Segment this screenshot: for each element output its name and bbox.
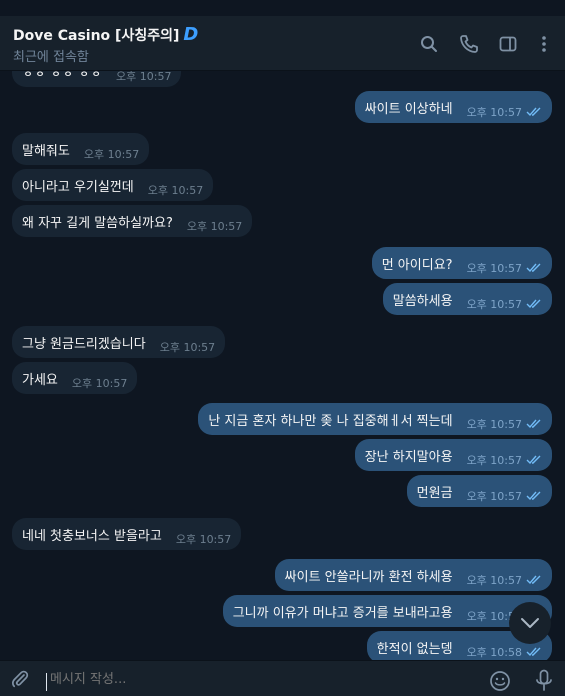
message-outgoing[interactable]: 말씀하세용 오후 10:57: [382, 283, 552, 315]
message-time: 오후 10:57: [466, 453, 522, 467]
chevron-down-icon: [521, 618, 539, 628]
emoji-icon[interactable]: [489, 670, 511, 692]
read-receipt-icon: [526, 575, 541, 584]
attach-icon[interactable]: [10, 669, 30, 689]
message-text: 그니까 이유가 머냐고 증거를 보내라고용: [232, 605, 453, 621]
message-time: 오후 10:57: [466, 573, 522, 587]
message-text: 네네 첫충보너스 받을라고: [22, 528, 162, 544]
message-incoming[interactable]: 그냥 원금드리겠습니다 오후 10:57: [12, 326, 226, 358]
message-text: 아니라고 우기실껀데: [22, 179, 134, 195]
scroll-to-bottom-button[interactable]: [509, 602, 551, 644]
message-time: 오후 10:57: [466, 489, 522, 503]
message-time: 오후 10:57: [83, 147, 140, 161]
message-time: 오후 10:58: [466, 645, 522, 659]
chat-title[interactable]: Dove Casino [사칭주의] D: [13, 24, 198, 45]
message-time: 오후 10:57: [466, 297, 522, 311]
message-incoming[interactable]: 네네 첫충보너스 받을라고 오후 10:57: [12, 518, 242, 550]
message-input[interactable]: [46, 667, 470, 691]
message-text: 싸이트 이상하네: [364, 101, 453, 117]
message-outgoing[interactable]: 싸이트 안쓸라니까 환전 하세용 오후 10:57: [274, 559, 552, 591]
message-text: ㅎㅎ ㅎㅎ ㅎㅎ: [22, 71, 103, 81]
message-text: 말해줘도: [22, 143, 70, 159]
more-options-icon[interactable]: [534, 34, 554, 54]
message-time: 오후 10:57: [466, 261, 522, 275]
message-list[interactable]: ㅎㅎ ㅎㅎ ㅎㅎ 오후 10:57 싸이트 이상하네 오후 10:57 말해줘도…: [0, 71, 565, 660]
chat-title-text: Dove Casino [사칭주의]: [13, 28, 180, 44]
message-outgoing[interactable]: 그니까 이유가 머냐고 증거를 보내라고용 오후 10:58: [222, 595, 552, 627]
message-outgoing[interactable]: 장난 하지말아용 오후 10:57: [354, 439, 552, 471]
message-time: 오후 10:57: [71, 376, 128, 390]
message-text: 그냥 원금드리겠습니다: [22, 336, 146, 352]
window-top-strip: [0, 0, 565, 16]
message-text: 먼 아이디요?: [381, 257, 453, 273]
message-text: 장난 하지말아용: [364, 449, 453, 465]
read-receipt-icon: [526, 647, 541, 656]
message-incoming[interactable]: ㅎㅎ ㅎㅎ ㅎㅎ 오후 10:57: [12, 71, 182, 87]
chat-header[interactable]: Dove Casino [사칭주의] D 최근에 접속함: [0, 16, 565, 71]
message-text: 한적이 없는뎅: [376, 641, 453, 657]
message-text: 왜 자꾸 길게 말씀하실까요?: [22, 215, 173, 231]
message-outgoing[interactable]: 난 지금 혼자 하나만 좆 나 집중해ㅔ서 찍는데 오후 10:57: [198, 403, 552, 435]
phone-icon[interactable]: [459, 34, 479, 54]
read-receipt-icon: [526, 491, 541, 500]
chat-status: 최근에 접속함: [13, 50, 89, 65]
message-outgoing[interactable]: 싸이트 이상하네 오후 10:57: [354, 91, 552, 123]
microphone-icon[interactable]: [535, 669, 553, 693]
read-receipt-icon: [526, 455, 541, 464]
message-time: 오후 10:57: [175, 532, 232, 546]
message-incoming[interactable]: 가세요 오후 10:57: [12, 362, 138, 394]
message-outgoing[interactable]: 먼원금 오후 10:57: [406, 475, 552, 507]
read-receipt-icon: [526, 419, 541, 428]
verified-badge: D: [183, 24, 199, 45]
sidebar-toggle-icon[interactable]: [498, 34, 518, 54]
message-time: 오후 10:57: [159, 340, 216, 354]
message-time: 오후 10:57: [116, 71, 172, 83]
message-text: 가세요: [22, 372, 58, 388]
read-receipt-icon: [526, 107, 541, 116]
message-time: 오후 10:57: [147, 183, 204, 197]
message-incoming[interactable]: 아니라고 우기실껀데 오후 10:57: [12, 169, 214, 201]
message-incoming[interactable]: 왜 자꾸 길게 말씀하실까요? 오후 10:57: [12, 205, 253, 237]
message-text: 먼원금: [416, 485, 453, 501]
message-text: 난 지금 혼자 하나만 좆 나 집중해ㅔ서 찍는데: [208, 413, 453, 429]
message-text: 싸이트 안쓸라니까 환전 하세용: [284, 569, 453, 585]
message-time: 오후 10:57: [466, 417, 522, 431]
read-receipt-icon: [526, 299, 541, 308]
message-time: 오후 10:57: [186, 219, 243, 233]
message-incoming[interactable]: 말해줘도 오후 10:57: [12, 133, 150, 165]
read-receipt-icon: [526, 263, 541, 272]
search-icon[interactable]: [419, 34, 439, 54]
message-text: 말씀하세용: [392, 293, 453, 309]
message-composer[interactable]: [0, 660, 565, 696]
message-time: 오후 10:57: [466, 105, 522, 119]
message-outgoing[interactable]: 먼 아이디요? 오후 10:57: [371, 247, 552, 279]
